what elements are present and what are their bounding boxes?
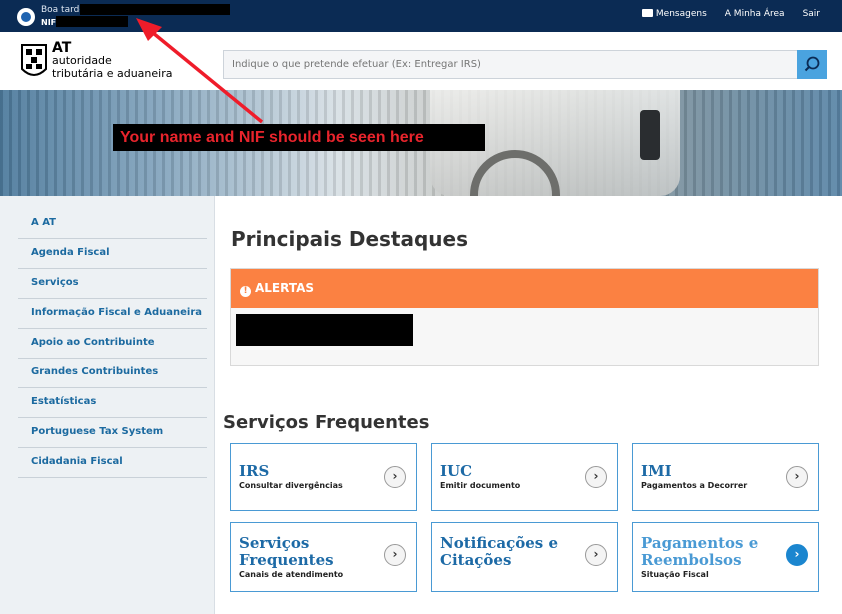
card-title: Notificações e Citações bbox=[440, 534, 558, 569]
card-subtitle: Emitir documento bbox=[440, 481, 521, 490]
service-card-imi[interactable]: IMI Pagamentos a Decorrer › bbox=[632, 443, 819, 511]
service-card-irs[interactable]: IRS Consultar divergências › bbox=[230, 443, 417, 511]
chevron-right-icon: › bbox=[384, 544, 406, 566]
card-subtitle: Pagamentos a Decorrer bbox=[641, 481, 748, 490]
page-title: Principais Destaques bbox=[231, 227, 469, 251]
chevron-right-icon: › bbox=[585, 544, 607, 566]
service-card-pagamentos-reembolsos[interactable]: Pagamentos e Reembolsos Situação Fiscal › bbox=[632, 522, 819, 592]
annotation-arrow bbox=[136, 18, 264, 124]
service-card-notificacoes[interactable]: Notificações e Citações › bbox=[431, 522, 618, 592]
card-subtitle: Canais de atendimento bbox=[239, 570, 344, 579]
card-subtitle: Consultar divergências bbox=[239, 481, 343, 490]
redacted-alert bbox=[236, 314, 413, 346]
chevron-right-icon: › bbox=[585, 466, 607, 488]
sidebar-item-informacao-fiscal[interactable]: Informação Fiscal e Aduaneira bbox=[18, 299, 207, 329]
card-title: Pagamentos e Reembolsos bbox=[641, 534, 759, 569]
card-title: IMI bbox=[641, 462, 672, 480]
alert-icon: ! bbox=[240, 286, 251, 297]
card-title: Serviços Frequentes bbox=[239, 534, 334, 569]
sidebar-item-cidadania-fiscal[interactable]: Cidadania Fiscal bbox=[18, 448, 207, 478]
chevron-right-icon: › bbox=[786, 466, 808, 488]
sidebar-item-apoio-contribuinte[interactable]: Apoio ao Contribuinte bbox=[18, 329, 207, 359]
annotation-callout: Your name and NIF should be seen here bbox=[113, 124, 485, 151]
chevron-right-icon: › bbox=[384, 466, 406, 488]
card-title: IRS bbox=[239, 462, 270, 480]
service-card-servicos-frequentes[interactable]: Serviços Frequentes Canais de atendimento… bbox=[230, 522, 417, 592]
sidebar-item-servicos[interactable]: Serviços bbox=[18, 269, 207, 299]
sidebar-item-grandes-contribuintes[interactable]: Grandes Contribuintes bbox=[18, 358, 207, 388]
alerts-panel: ! ALERTAS bbox=[230, 268, 819, 366]
sidebar-item-a-at[interactable]: A AT bbox=[18, 209, 207, 239]
card-title: IUC bbox=[440, 462, 473, 480]
services-title: Serviços Frequentes bbox=[223, 412, 430, 433]
alerts-heading: ALERTAS bbox=[255, 281, 315, 295]
service-card-iuc[interactable]: IUC Emitir documento › bbox=[431, 443, 618, 511]
chevron-right-icon: › bbox=[786, 544, 808, 566]
sidebar-item-agenda-fiscal[interactable]: Agenda Fiscal bbox=[18, 239, 207, 269]
alerts-header[interactable]: ! ALERTAS bbox=[231, 269, 818, 308]
sidebar-nav: A AT Agenda Fiscal Serviços Informação F… bbox=[0, 196, 215, 614]
sidebar-item-portuguese-tax-system[interactable]: Portuguese Tax System bbox=[18, 418, 207, 448]
card-subtitle: Situação Fiscal bbox=[641, 570, 709, 579]
sidebar-item-estatisticas[interactable]: Estatísticas bbox=[18, 388, 207, 418]
